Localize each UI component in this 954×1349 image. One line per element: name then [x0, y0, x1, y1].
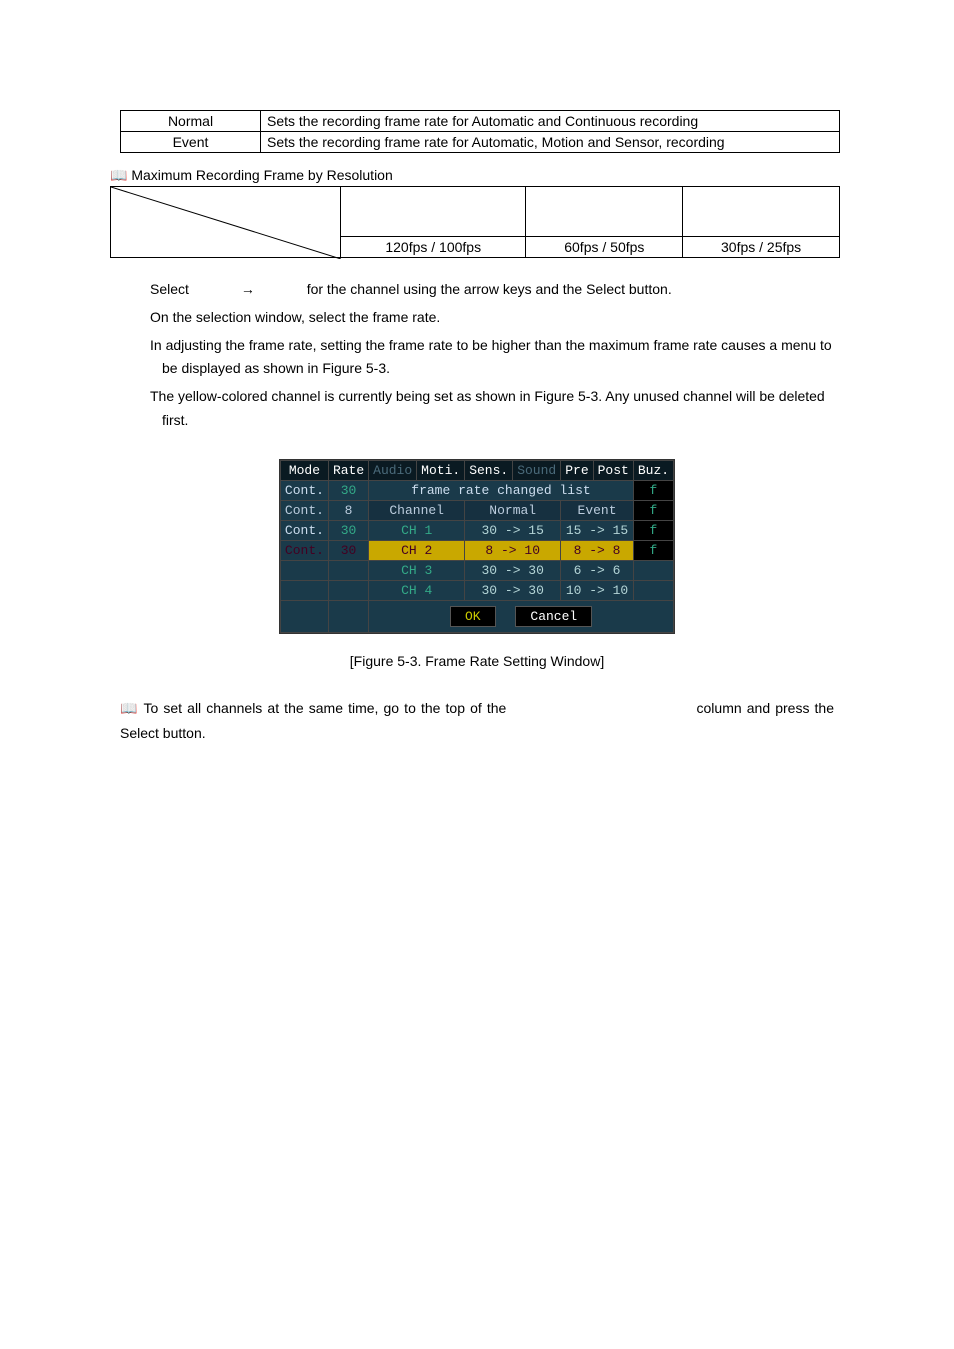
header-cell — [683, 187, 840, 237]
col-header: Pre — [561, 460, 593, 480]
figure-row: CH 4 30 -> 30 10 -> 10 — [280, 580, 673, 600]
normal-cell: 30 -> 30 — [465, 560, 561, 580]
cell-label: Event — [121, 132, 261, 153]
event-cell: 8 -> 8 — [561, 540, 634, 560]
text: To set all channels at the same time, go… — [139, 700, 512, 716]
figure-caption: [Figure 5-3. Frame Rate Setting Window] — [80, 653, 874, 669]
rate-cell: 30 — [328, 540, 368, 560]
book-icon: 📖 — [120, 701, 139, 717]
col-header: Mode — [280, 460, 328, 480]
cell: 30fps / 25fps — [683, 237, 840, 258]
header-cell — [341, 187, 526, 237]
text: for the channel using the arrow keys and… — [307, 281, 672, 297]
rate-cell: 30 — [328, 520, 368, 540]
subheader-cell: Normal — [465, 500, 561, 520]
table-recording-modes: Normal Sets the recording frame rate for… — [120, 110, 840, 153]
side-cell — [633, 580, 673, 600]
col-header: Sens. — [465, 460, 513, 480]
table-frame-resolution: 120fps / 100fps 60fps / 50fps 30fps / 25… — [110, 186, 840, 258]
side-marker: f — [633, 500, 673, 520]
col-header: Post — [593, 460, 633, 480]
paragraph: The yellow-colored channel is currently … — [150, 385, 850, 433]
side-marker: f — [633, 520, 673, 540]
figure-row: Cont. 30 CH 1 30 -> 15 15 -> 15 f — [280, 520, 673, 540]
table-header-row — [111, 187, 840, 237]
col-header: Buz. — [633, 460, 673, 480]
normal-cell: 8 -> 10 — [465, 540, 561, 560]
rate-cell — [328, 580, 368, 600]
side-cell — [633, 560, 673, 580]
mode-cell — [280, 580, 328, 600]
popup-title: frame rate changed list — [369, 480, 634, 500]
side-marker: f — [633, 540, 673, 560]
figure-row: Cont. 30 frame rate changed list f — [280, 480, 673, 500]
mode-cell: Cont. — [280, 520, 328, 540]
mode-cell: Cont. — [280, 480, 328, 500]
rate-cell — [328, 560, 368, 580]
figure-row: CH 3 30 -> 30 6 -> 6 — [280, 560, 673, 580]
channel-cell: CH 1 — [369, 520, 465, 540]
mode-cell: Cont. — [280, 540, 328, 560]
col-header: Moti. — [417, 460, 465, 480]
figure-button-row: OK Cancel — [280, 600, 673, 632]
channel-cell: CH 3 — [369, 560, 465, 580]
event-cell: 15 -> 15 — [561, 520, 634, 540]
subheader-cell: Event — [561, 500, 634, 520]
channel-cell: CH 2 — [369, 540, 465, 560]
col-header: Rate — [328, 460, 368, 480]
diagonal-header-cell — [111, 187, 341, 258]
mode-cell: Cont. — [280, 500, 328, 520]
body-text: Select → for the channel using the arrow… — [150, 278, 850, 433]
cell-desc: Sets the recording frame rate for Automa… — [261, 111, 840, 132]
arrow-icon: → — [193, 278, 303, 302]
cell: 60fps / 50fps — [526, 237, 683, 258]
channel-cell: CH 4 — [369, 580, 465, 600]
footer-text: 📖 To set all channels at the same time, … — [120, 697, 834, 746]
paragraph: In adjusting the frame rate, setting the… — [150, 334, 850, 382]
button-container: OK Cancel — [369, 600, 674, 632]
event-cell: 6 -> 6 — [561, 560, 634, 580]
text: Select — [150, 281, 189, 297]
table-row: Normal Sets the recording frame rate for… — [121, 111, 840, 132]
col-header: Sound — [513, 460, 561, 480]
col-header: Audio — [369, 460, 417, 480]
figure-subheader-row: Cont. 8 Channel Normal Event f — [280, 500, 673, 520]
ok-button[interactable]: OK — [450, 606, 496, 627]
rate-cell: 30 — [328, 480, 368, 500]
empty-cell — [328, 600, 368, 632]
header-cell — [526, 187, 683, 237]
paragraph: Select → for the channel using the arrow… — [150, 278, 850, 302]
diagonal-line-icon — [111, 187, 341, 259]
side-marker: f — [633, 480, 673, 500]
cancel-button[interactable]: Cancel — [515, 606, 592, 627]
section-heading: 📖 Maximum Recording Frame by Resolution — [110, 167, 874, 184]
event-cell: 10 -> 10 — [561, 580, 634, 600]
cell: 120fps / 100fps — [341, 237, 526, 258]
empty-cell — [280, 600, 328, 632]
normal-cell: 30 -> 30 — [465, 580, 561, 600]
mode-cell — [280, 560, 328, 580]
cell-label: Normal — [121, 111, 261, 132]
normal-cell: 30 -> 15 — [465, 520, 561, 540]
figure-row-highlighted: Cont. 30 CH 2 8 -> 10 8 -> 8 f — [280, 540, 673, 560]
subheader-cell: Channel — [369, 500, 465, 520]
rate-cell: 8 — [328, 500, 368, 520]
cell-desc: Sets the recording frame rate for Automa… — [261, 132, 840, 153]
table-row: Event Sets the recording frame rate for … — [121, 132, 840, 153]
figure-header-row: Mode Rate Audio Moti. Sens. Sound Pre Po… — [280, 460, 673, 480]
paragraph: On the selection window, select the fram… — [150, 306, 850, 330]
figure-frame-rate-window: Mode Rate Audio Moti. Sens. Sound Pre Po… — [279, 459, 675, 634]
